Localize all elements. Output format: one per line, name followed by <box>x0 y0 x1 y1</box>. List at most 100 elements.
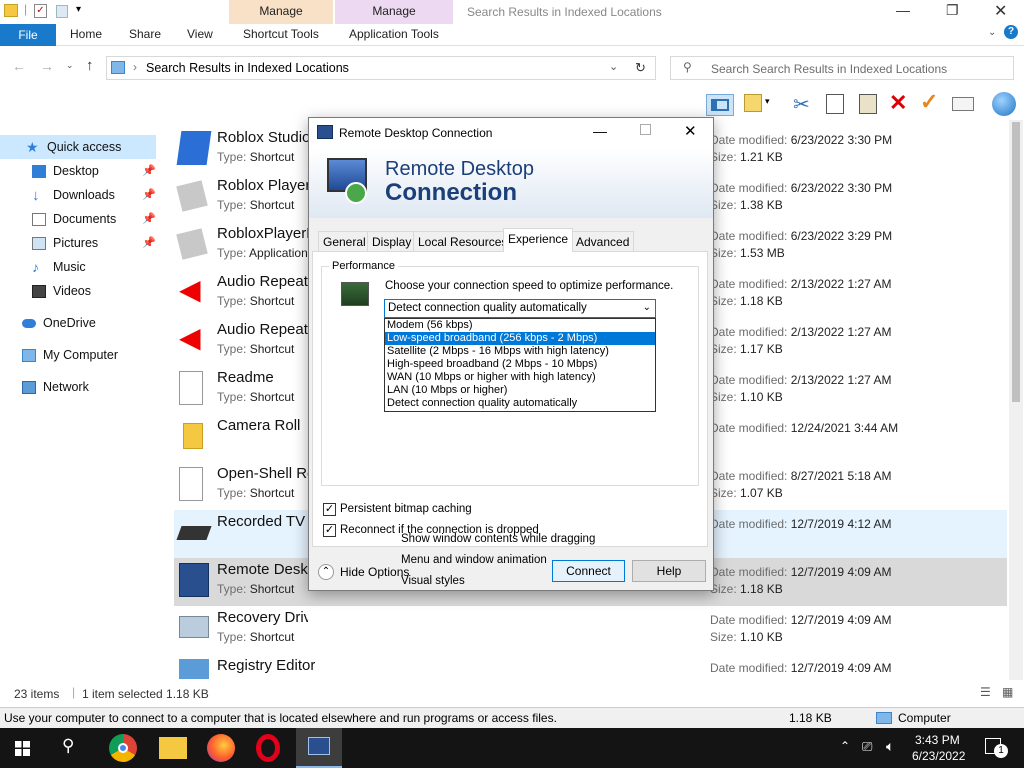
firefox-icon[interactable] <box>207 734 235 762</box>
delete-icon[interactable]: ✕ <box>889 90 907 116</box>
sidebar-item-music[interactable]: ♪ Music <box>32 256 86 278</box>
chevron-up-icon[interactable]: ⌃ <box>840 739 850 753</box>
clock-date[interactable]: 6/23/2022 <box>912 749 965 763</box>
chrome-icon[interactable] <box>109 734 137 762</box>
cut-icon[interactable]: ✂ <box>793 92 810 117</box>
rename-icon[interactable] <box>952 97 974 111</box>
file-size: Size: 1.53 MB <box>710 246 785 260</box>
file-type: Type: Application <box>217 246 308 260</box>
help-icon[interactable]: ? <box>1004 25 1018 39</box>
connection-speed-select[interactable]: Detect connection quality automatically … <box>384 299 656 318</box>
tiles-view-icon[interactable]: ▦ <box>1002 685 1013 699</box>
qat-dropdown-icon[interactable]: ▾ <box>76 4 81 15</box>
address-field[interactable]: › Search Results in Indexed Locations › … <box>106 56 656 80</box>
network-icon <box>22 380 36 394</box>
info-bar: Use your computer to connect to a comput… <box>0 707 1024 728</box>
tab-general[interactable]: General <box>318 231 371 252</box>
tab-home[interactable]: Home <box>70 27 102 41</box>
forward-button[interactable]: → <box>40 58 54 74</box>
option-satellite[interactable]: Satellite (2 Mbps - 16 Mbps with high la… <box>385 345 655 358</box>
search-icon[interactable]: ⚲ <box>62 736 74 756</box>
sidebar-item-network[interactable]: Network <box>22 376 89 398</box>
option-high-speed[interactable]: High-speed broadband (2 Mbps - 10 Mbps) <box>385 358 655 371</box>
hide-options-icon[interactable]: ⌃ <box>318 564 334 580</box>
nav-quick-access[interactable]: ★ Quick access <box>26 136 121 158</box>
sidebar-item-pictures[interactable]: Pictures <box>32 232 98 254</box>
new-folder-icon[interactable] <box>56 5 68 18</box>
folder-icon <box>183 423 203 449</box>
sidebar-item-onedrive[interactable]: OneDrive <box>22 312 96 334</box>
refresh-button[interactable]: ↻ <box>628 56 656 80</box>
reconnect-checkbox[interactable]: ✓ <box>323 524 336 537</box>
breadcrumb-chevron[interactable]: › <box>342 60 346 74</box>
file-name: Recorded TV <box>217 513 306 530</box>
back-button[interactable]: ← <box>12 58 26 74</box>
file-name: Readme <box>217 369 274 386</box>
network-icon[interactable]: ⎚ <box>862 739 872 755</box>
tab-advanced[interactable]: Advanced <box>571 231 635 252</box>
sidebar-item-documents[interactable]: Documents <box>32 208 116 230</box>
start-icon[interactable] <box>15 741 30 756</box>
tab-view[interactable]: View <box>187 27 213 41</box>
file-explorer-icon[interactable] <box>159 737 187 759</box>
globe-icon[interactable] <box>992 92 1016 116</box>
tab-experience[interactable]: Experience <box>503 228 574 252</box>
list-item[interactable]: Recovery Drive Type: Shortcut Date modif… <box>174 606 1007 654</box>
pin-icon[interactable]: 📌 <box>142 212 156 225</box>
tab-share[interactable]: Share <box>129 27 161 41</box>
tab-display[interactable]: Display <box>367 231 417 252</box>
checkmark-icon[interactable]: ✓ <box>920 89 938 115</box>
pin-icon[interactable]: 📌 <box>142 164 156 177</box>
option-modem[interactable]: Modem (56 kbps) <box>385 319 655 332</box>
volume-icon[interactable]: 🔈︎ <box>886 738 894 755</box>
recovery-drive-icon <box>179 616 209 638</box>
pin-icon[interactable]: 📌 <box>142 236 156 249</box>
opera-icon[interactable] <box>256 734 280 762</box>
option-low-speed[interactable]: Low-speed broadband (256 kbps - 2 Mbps) <box>385 332 655 345</box>
dropdown-icon[interactable]: ▾ <box>765 96 770 107</box>
sidebar-item-my-computer[interactable]: My Computer <box>22 344 118 366</box>
dialog-minimize-button[interactable]: — <box>593 123 607 139</box>
list-item[interactable]: Registry Editor Date modified: 12/7/2019… <box>174 654 1007 680</box>
scrollbar[interactable] <box>1009 120 1023 680</box>
connect-button[interactable]: Connect <box>552 560 625 582</box>
pin-icon[interactable]: 📌 <box>142 188 156 201</box>
dialog-close-button[interactable]: ✕ <box>684 122 697 140</box>
minimize-button[interactable]: — <box>896 2 910 18</box>
sidebar-item-desktop[interactable]: Desktop <box>32 160 99 182</box>
tab-file[interactable]: File <box>0 24 56 46</box>
expand-ribbon-icon[interactable]: ⌄ <box>988 27 996 38</box>
properties-icon[interactable]: ✓ <box>34 4 47 18</box>
address-dropdown-icon[interactable]: ⌄ <box>609 60 618 73</box>
breadcrumb[interactable]: Search Results in Indexed Locations <box>146 61 349 75</box>
option-lan[interactable]: LAN (10 Mbps or higher) <box>385 384 655 397</box>
up-button[interactable]: ↑ <box>86 57 94 74</box>
sidebar-item-downloads[interactable]: ↓ Downloads <box>32 184 115 206</box>
taskbar-active-app[interactable] <box>296 728 342 768</box>
tab-local-resources[interactable]: Local Resources <box>413 231 513 252</box>
computer-icon <box>22 348 36 362</box>
option-wan[interactable]: WAN (10 Mbps or higher with high latency… <box>385 371 655 384</box>
sidebar-item-videos[interactable]: Videos <box>32 280 91 302</box>
paste-icon[interactable] <box>859 94 877 114</box>
recent-dropdown-icon[interactable]: ⌄ <box>66 60 74 71</box>
persistent-caching-checkbox[interactable]: ✓ <box>323 503 336 516</box>
maximize-button[interactable]: ❐ <box>946 2 959 19</box>
tab-shortcut-tools[interactable]: Shortcut Tools <box>243 27 319 41</box>
nav-pane-toggle-button[interactable] <box>706 94 734 116</box>
new-folder-icon[interactable] <box>744 94 762 112</box>
dialog-maximize-button[interactable] <box>640 124 651 135</box>
clock-time[interactable]: 3:43 PM <box>915 733 960 747</box>
scrollbar-thumb[interactable] <box>1012 122 1020 402</box>
details-view-icon[interactable]: ☰ <box>980 685 991 699</box>
breadcrumb-chevron[interactable]: › <box>133 60 137 74</box>
file-size: Size: 1.10 KB <box>710 390 783 404</box>
copy-icon[interactable] <box>826 94 844 114</box>
tab-application-tools[interactable]: Application Tools <box>349 27 439 41</box>
help-button[interactable]: Help <box>632 560 706 582</box>
file-name: Audio Repeater (KS) <box>217 273 308 290</box>
option-detect[interactable]: Detect connection quality automatically <box>385 397 655 410</box>
hide-options-link[interactable]: Hide Options <box>340 565 409 579</box>
search-input[interactable]: ⚲ Search Search Results in Indexed Locat… <box>670 56 1014 80</box>
close-button[interactable]: ✕ <box>994 1 1007 21</box>
